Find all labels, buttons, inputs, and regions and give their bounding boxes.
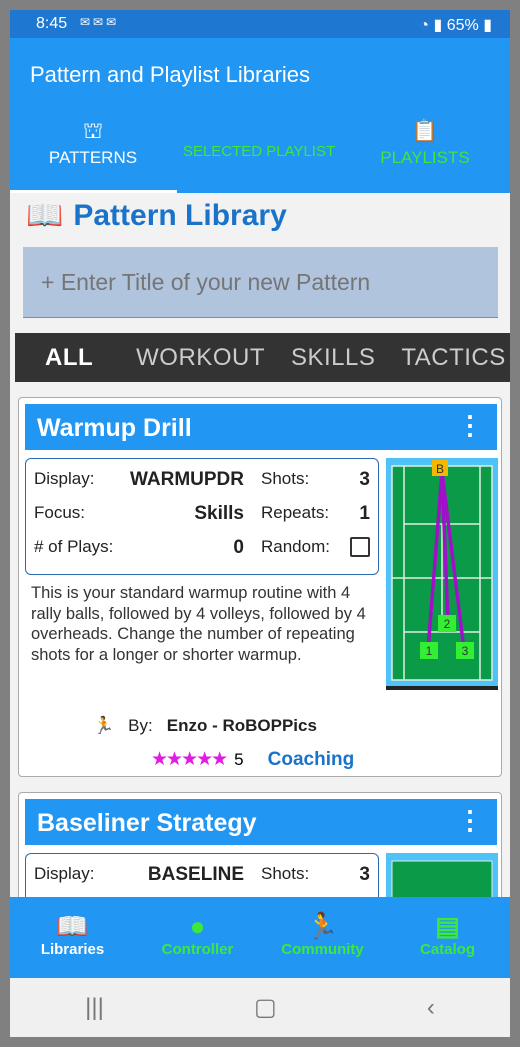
tab-playlists[interactable]: 📋 PLAYLISTS bbox=[342, 118, 508, 193]
more-vert-icon[interactable]: ⋮ bbox=[457, 410, 483, 441]
filter-tabs: ALL WORKOUT SKILLS TACTICS bbox=[15, 333, 510, 382]
nav-controller[interactable]: ● Controller bbox=[135, 897, 260, 978]
card-header: Warmup Drill ⋮ bbox=[25, 404, 497, 450]
label: Random: bbox=[261, 537, 330, 556]
app-bar: Pattern and Playlist Libraries ⛫ PATTERNS… bbox=[10, 38, 510, 193]
pattern-card[interactable]: Warmup Drill ⋮ Display: WARMUPDR Shots: 3 Fo… bbox=[18, 397, 502, 777]
bottom-nav: 📖 Libraries ● Controller 🏃 Community ▤ Catal… bbox=[10, 897, 510, 978]
wifi-icon: ◔ bbox=[419, 17, 429, 34]
filter-all[interactable]: ALL bbox=[15, 344, 123, 372]
battery-level: 65% bbox=[446, 17, 479, 34]
nav-label: Controller bbox=[161, 941, 234, 958]
app-title: Pattern and Playlist Libraries bbox=[30, 62, 311, 87]
tennis-ball-icon: ● bbox=[189, 911, 206, 941]
nav-label: Libraries bbox=[40, 941, 105, 958]
nav-libraries[interactable]: 📖 Libraries bbox=[10, 897, 135, 978]
shots-value: 3 bbox=[359, 469, 370, 490]
catalog-icon: ▤ bbox=[435, 911, 460, 941]
nav-community[interactable]: 🏃 Community bbox=[260, 897, 385, 978]
nav-catalog[interactable]: ▤ Catalog bbox=[385, 897, 510, 978]
book-icon: 📖 bbox=[26, 199, 64, 232]
label: Repeats: bbox=[261, 503, 330, 522]
tab-selected-playlist[interactable]: SELECTED PLAYLIST bbox=[176, 118, 342, 193]
new-pattern-input[interactable] bbox=[23, 247, 498, 318]
rating-value: 5 bbox=[234, 749, 244, 769]
page-title: 📖 Pattern Library bbox=[26, 198, 287, 233]
rating-row: ★★★★★ 5 Coaching bbox=[151, 748, 354, 771]
star-rating[interactable]: ★★★★★ bbox=[151, 748, 228, 771]
book-icon: 📖 bbox=[56, 911, 89, 941]
by-label: By: bbox=[128, 716, 153, 735]
court-bottom-edge bbox=[386, 686, 498, 690]
status-bar: 8:45 ✉✉✉ ◔ ▮ 65% ▮ bbox=[10, 10, 510, 38]
repeats-value: 1 bbox=[359, 503, 370, 524]
filter-workout[interactable]: WORKOUT bbox=[123, 344, 278, 372]
author-row: 🏃 By: Enzo - RoBOPPics bbox=[93, 716, 317, 736]
battery-icon: ▮ bbox=[483, 17, 492, 34]
recents-icon[interactable]: ||| bbox=[85, 994, 104, 1022]
filter-skills[interactable]: SKILLS bbox=[278, 344, 388, 372]
shots-value: 3 bbox=[359, 864, 370, 885]
card-title: Warmup Drill bbox=[37, 414, 192, 442]
player-icon: 🏃 bbox=[306, 911, 339, 941]
ball-marker-label: B bbox=[436, 462, 444, 476]
card-title: Baseliner Strategy bbox=[37, 809, 257, 837]
tab-patterns[interactable]: ⛫ PATTERNS bbox=[10, 118, 177, 193]
shot-marker-label: 2 bbox=[444, 617, 451, 631]
display-value: WARMUPDR bbox=[130, 469, 244, 490]
nav-label: Community bbox=[281, 941, 364, 958]
signal-icon: ▮ bbox=[433, 17, 443, 34]
clipboard-icon: 📋 bbox=[411, 118, 439, 143]
more-vert-icon[interactable]: ⋮ bbox=[457, 805, 483, 836]
display-value: BASELINE bbox=[147, 864, 244, 885]
home-icon[interactable]: ▢ bbox=[254, 993, 277, 1022]
shot-marker-label: 3 bbox=[462, 644, 469, 658]
notification-icons: ✉✉✉ bbox=[80, 15, 120, 29]
shot-marker-label: 1 bbox=[426, 644, 433, 658]
system-nav-bar: ||| ▢ ‹ bbox=[10, 978, 510, 1037]
community-icon: 🏃 bbox=[93, 716, 115, 735]
random-checkbox[interactable] bbox=[350, 537, 370, 557]
category-link[interactable]: Coaching bbox=[268, 749, 355, 771]
pattern-description: This is your standard warmup routine wit… bbox=[31, 584, 366, 664]
court-diagram: B 1 2 3 bbox=[386, 458, 498, 690]
card-header: Baseliner Strategy ⋮ bbox=[25, 799, 497, 845]
label: Shots: bbox=[261, 864, 310, 883]
nav-label: Catalog bbox=[419, 941, 475, 958]
filter-tactics[interactable]: TACTICS bbox=[388, 344, 510, 372]
court-icon: ⛫ bbox=[82, 118, 104, 143]
status-right: ◔ ▮ 65% ▮ bbox=[419, 15, 492, 35]
focus-value: Skills bbox=[194, 503, 244, 524]
pattern-info: Display: WARMUPDR Shots: 3 Focus: Skills Repe… bbox=[25, 458, 379, 575]
back-icon[interactable]: ‹ bbox=[427, 994, 435, 1022]
plays-value: 0 bbox=[233, 537, 244, 558]
label: Shots: bbox=[261, 469, 310, 488]
status-time: 8:45 bbox=[36, 15, 68, 32]
author-name[interactable]: Enzo - RoBOPPics bbox=[167, 716, 317, 736]
phone-screen: 8:45 ✉✉✉ ◔ ▮ 65% ▮ Pattern and Playlist … bbox=[10, 10, 510, 1037]
